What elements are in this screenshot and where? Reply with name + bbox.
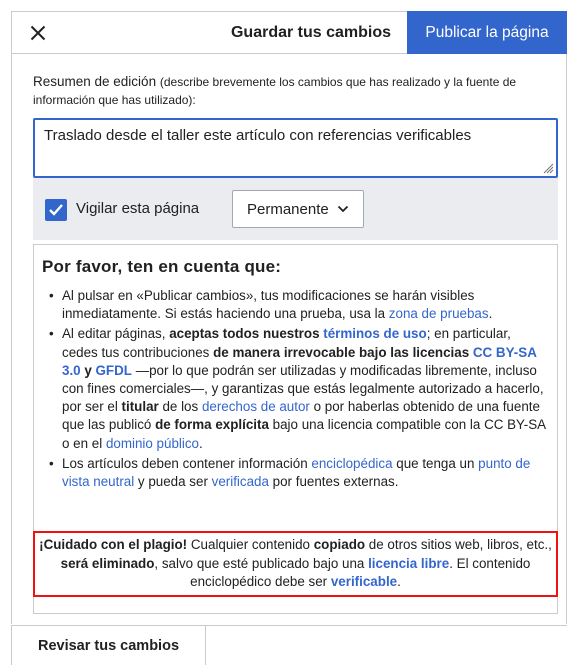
watch-checkbox[interactable] <box>45 199 67 221</box>
notice-item-license: Al editar páginas, aceptas todos nuestro… <box>46 325 546 452</box>
copyright-link[interactable]: derechos de autor <box>202 399 310 414</box>
close-icon <box>30 25 46 40</box>
options-bar: Vigilar esta página Permanente <box>33 178 558 240</box>
dialog-header: Guardar tus cambios Publicar la página <box>11 11 567 54</box>
verifiable-link[interactable]: verificable <box>331 574 397 589</box>
watch-expiry-value: Permanente <box>247 200 329 218</box>
checkmark-icon <box>49 204 63 216</box>
save-panel: Resumen de edición (describe brevemente … <box>11 54 567 624</box>
close-button[interactable] <box>12 12 64 53</box>
free-license-link[interactable]: licencia libre <box>368 556 449 571</box>
resize-handle-icon[interactable] <box>543 163 554 174</box>
review-changes-button[interactable]: Revisar tus cambios <box>11 625 206 665</box>
notice-list: Al pulsar en «Publicar cambios», tus mod… <box>46 287 546 493</box>
tab-divider <box>206 625 567 626</box>
terms-of-use-link[interactable]: términos de uso <box>323 326 426 341</box>
edit-summary-value: Traslado desde el taller este artículo c… <box>44 127 472 144</box>
notice-title: Por favor, ten en cuenta que: <box>42 257 282 276</box>
notice-item-content: Los artículos deben contener información… <box>46 455 546 491</box>
gfdl-link[interactable]: GFDL <box>96 363 132 378</box>
license-notice: Por favor, ten en cuenta que: Al pulsar … <box>33 244 558 614</box>
publish-button[interactable]: Publicar la página <box>407 11 567 54</box>
encyclopedic-link[interactable]: enciclopédica <box>311 456 392 471</box>
dialog-title: Guardar tus cambios <box>230 23 392 41</box>
chevron-down-icon <box>337 205 349 213</box>
summary-label: Resumen de edición (describe brevemente … <box>33 74 517 107</box>
public-domain-link[interactable]: dominio público <box>106 436 199 451</box>
watch-expiry-select[interactable]: Permanente <box>232 190 364 228</box>
plagiarism-warning: ¡Cuidado con el plagio! Cualquier conten… <box>33 531 558 597</box>
watch-label: Vigilar esta página <box>76 200 200 217</box>
verifiability-link[interactable]: verificada <box>212 474 269 489</box>
edit-summary-input[interactable]: Traslado desde el taller este artículo c… <box>33 118 558 178</box>
notice-item-publish: Al pulsar en «Publicar cambios», tus mod… <box>46 287 546 323</box>
sandbox-link[interactable]: zona de pruebas <box>389 306 489 321</box>
